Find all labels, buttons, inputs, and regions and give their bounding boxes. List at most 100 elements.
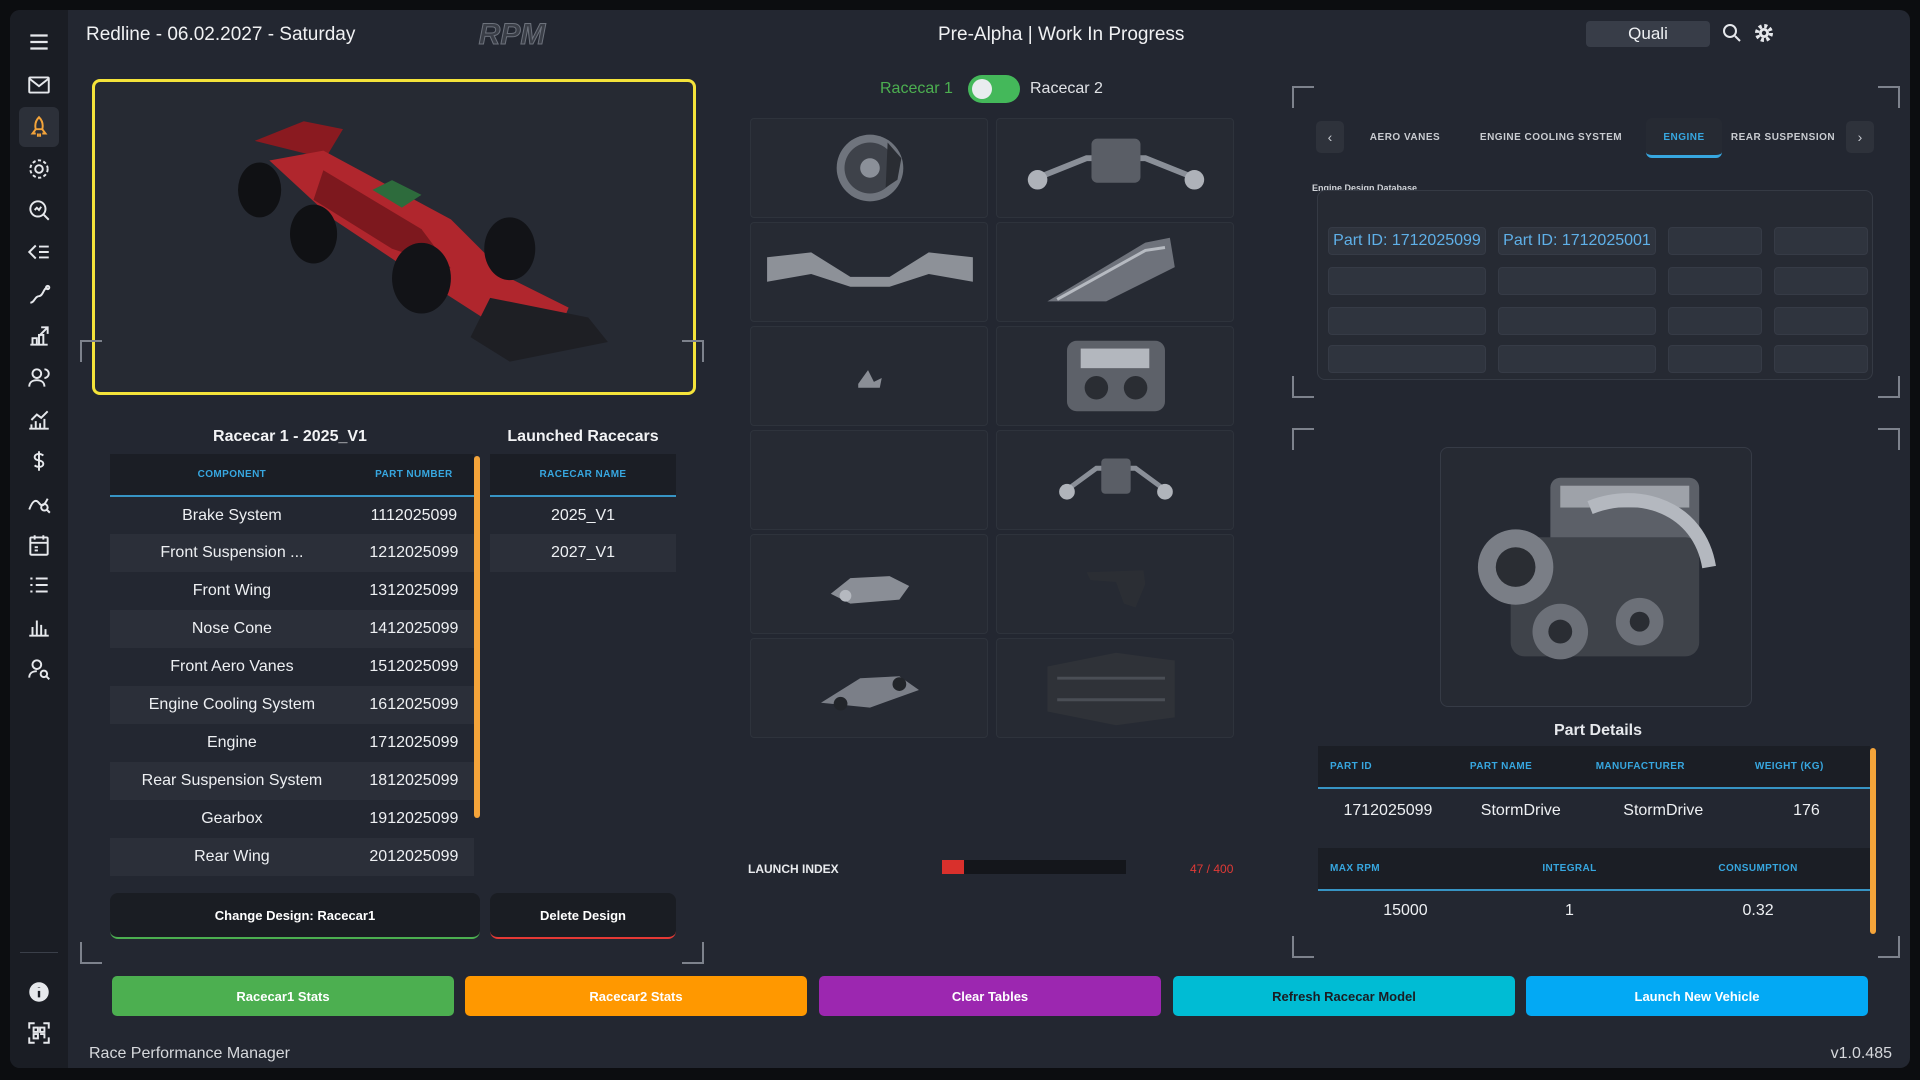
racecar-3d-viewer[interactable] — [92, 79, 696, 395]
app-window: Redline - 06.02.2027 - Saturday RPM Pre-… — [10, 10, 1910, 1068]
growth-chart-icon[interactable] — [19, 400, 59, 440]
table-row[interactable]: Front Aero Vanes 1512025099 — [110, 648, 474, 686]
rocket-icon[interactable] — [19, 107, 59, 147]
weight-value: 176 — [1742, 788, 1870, 832]
col-part-name: PART NAME — [1457, 746, 1584, 789]
table-row[interactable]: Brake System 1112025099 — [110, 496, 474, 534]
part-tile-rear-wing[interactable] — [996, 534, 1234, 634]
frame-corner — [1878, 376, 1900, 398]
tab-rear-suspension[interactable]: REAR SUSPENSION — [1728, 118, 1838, 158]
table-row[interactable]: Nose Cone 1412025099 — [110, 610, 474, 648]
info-icon[interactable] — [19, 972, 59, 1012]
part-tile-gearbox[interactable] — [750, 534, 988, 634]
route-icon[interactable] — [19, 274, 59, 314]
part-details-table: PART ID PART NAME MANUFACTURER WEIGHT (K… — [1318, 746, 1870, 832]
refresh-racecar-model-button[interactable]: Refresh Racecar Model — [1173, 976, 1515, 1016]
part-tile-chassis[interactable] — [750, 638, 988, 738]
engine-part-preview[interactable] — [1440, 447, 1752, 707]
part-id-value: 1712025099 — [1318, 788, 1458, 832]
frame-corner — [682, 340, 704, 362]
table-row[interactable]: Engine 1712025099 — [110, 724, 474, 762]
launch-new-vehicle-button[interactable]: Launch New Vehicle — [1526, 976, 1868, 1016]
empty-slot — [1668, 227, 1762, 255]
table-row[interactable]: Rear Wing 2012025099 — [110, 838, 474, 876]
col-component[interactable]: COMPONENT — [110, 454, 354, 497]
checklist-icon[interactable] — [19, 565, 59, 605]
part-tile-rear-suspension[interactable] — [996, 430, 1234, 530]
table-row[interactable]: Engine Cooling System 1612025099 — [110, 686, 474, 724]
part-performance-table: MAX RPM INTEGRAL CONSUMPTION 15000 1 0.3… — [1318, 848, 1870, 930]
frame-corner — [1292, 428, 1314, 450]
racecar2-toggle-label: Racecar 2 — [1030, 80, 1103, 97]
table-row[interactable]: 2027_V1 — [490, 534, 676, 572]
part-tile-engine-cooling[interactable] — [996, 326, 1234, 426]
user-search-icon[interactable] — [19, 649, 59, 689]
col-racecar-name[interactable]: RACECAR NAME — [490, 454, 676, 497]
sidebar-divider — [20, 952, 58, 953]
part-tile-front-suspension[interactable] — [996, 118, 1234, 218]
frame-corner — [80, 942, 102, 964]
table-row[interactable]: Front Suspension ... 1212025099 — [110, 534, 474, 572]
part-tile-aero-vanes[interactable] — [750, 326, 988, 426]
tab-engine[interactable]: ENGINE — [1646, 118, 1722, 158]
chart-arrow-icon[interactable] — [19, 316, 59, 356]
racecar1-stats-button[interactable]: Racecar1 Stats — [112, 976, 454, 1016]
table-row[interactable]: Front Wing 1312025099 — [110, 572, 474, 610]
part-tile-empty[interactable] — [750, 430, 988, 530]
part-details-scrollbar[interactable] — [1870, 748, 1876, 934]
part-id-chip[interactable]: Part ID: 1712025001 — [1498, 227, 1656, 255]
sidebar — [10, 10, 68, 1068]
users-icon[interactable] — [19, 358, 59, 398]
component-table-scrollbar[interactable] — [474, 456, 480, 818]
frame-corner — [1878, 86, 1900, 108]
launched-table-title: Launched Racecars — [507, 428, 659, 445]
list-arrow-icon[interactable] — [19, 232, 59, 272]
launch-index-bar — [942, 860, 1126, 874]
part-tile-floor[interactable] — [996, 638, 1234, 738]
clear-tables-button[interactable]: Clear Tables — [819, 976, 1161, 1016]
part-tile-front-wing[interactable] — [750, 222, 988, 322]
svg-text:RPM: RPM — [479, 18, 547, 50]
session-mode-selector[interactable]: Quali — [1586, 21, 1710, 47]
engine-design-database: Part ID: 1712025099 Part ID: 1712025001 — [1317, 190, 1873, 380]
qr-scan-icon[interactable] — [19, 1013, 59, 1053]
col-part-number[interactable]: PART NUMBER — [353, 454, 474, 497]
frame-corner — [1878, 936, 1900, 958]
tab-aero-vanes[interactable]: AERO VANES — [1350, 118, 1460, 158]
racecar-toggle-switch[interactable] — [968, 75, 1020, 103]
table-row[interactable]: Gearbox 1912025099 — [110, 800, 474, 838]
engine-image — [1477, 477, 1716, 660]
menu-icon[interactable] — [19, 22, 59, 62]
col-part-id: PART ID — [1318, 746, 1458, 789]
search-analytics-icon[interactable] — [19, 190, 59, 230]
gear-icon[interactable] — [19, 149, 59, 189]
part-tile-brake-disc[interactable] — [750, 118, 988, 218]
footer-version: v1.0.485 — [1830, 1045, 1892, 1062]
launched-racecars-table: RACECAR NAME 2025_V1 2027_V1 — [490, 454, 676, 572]
racecar-table-title: Racecar 1 - 2025_V1 — [213, 428, 367, 445]
chevron-right-icon[interactable]: › — [1846, 121, 1874, 153]
calendar-icon[interactable] — [19, 525, 59, 565]
racecar2-stats-button[interactable]: Racecar2 Stats — [465, 976, 807, 1016]
search-icon[interactable] — [1720, 21, 1744, 45]
empty-slot — [1328, 267, 1486, 295]
chevron-left-icon[interactable]: ‹ — [1316, 121, 1344, 153]
change-design-button[interactable]: Change Design: Racecar1 — [110, 893, 480, 939]
table-row[interactable]: Rear Suspension System 1812025099 — [110, 762, 474, 800]
bar-chart-icon[interactable] — [19, 607, 59, 647]
consumption-value: 0.32 — [1646, 890, 1870, 930]
racecar1-toggle-label: Racecar 1 — [880, 80, 953, 97]
part-tile-nose-cone[interactable] — [996, 222, 1234, 322]
curve-analytics-icon[interactable] — [19, 483, 59, 523]
part-id-chip[interactable]: Part ID: 1712025099 — [1328, 227, 1486, 255]
dollar-icon[interactable] — [19, 441, 59, 481]
delete-design-button[interactable]: Delete Design — [490, 893, 676, 939]
table-row: 1712025099 StormDrive StormDrive 176 — [1318, 788, 1870, 832]
frame-corner — [1292, 936, 1314, 958]
col-consumption: CONSUMPTION — [1646, 848, 1870, 891]
mail-icon[interactable] — [19, 65, 59, 105]
table-row[interactable]: 2025_V1 — [490, 496, 676, 534]
empty-slot — [1774, 307, 1868, 335]
settings-gear-icon[interactable] — [1752, 21, 1776, 45]
tab-engine-cooling-system[interactable]: ENGINE COOLING SYSTEM — [1466, 118, 1636, 158]
